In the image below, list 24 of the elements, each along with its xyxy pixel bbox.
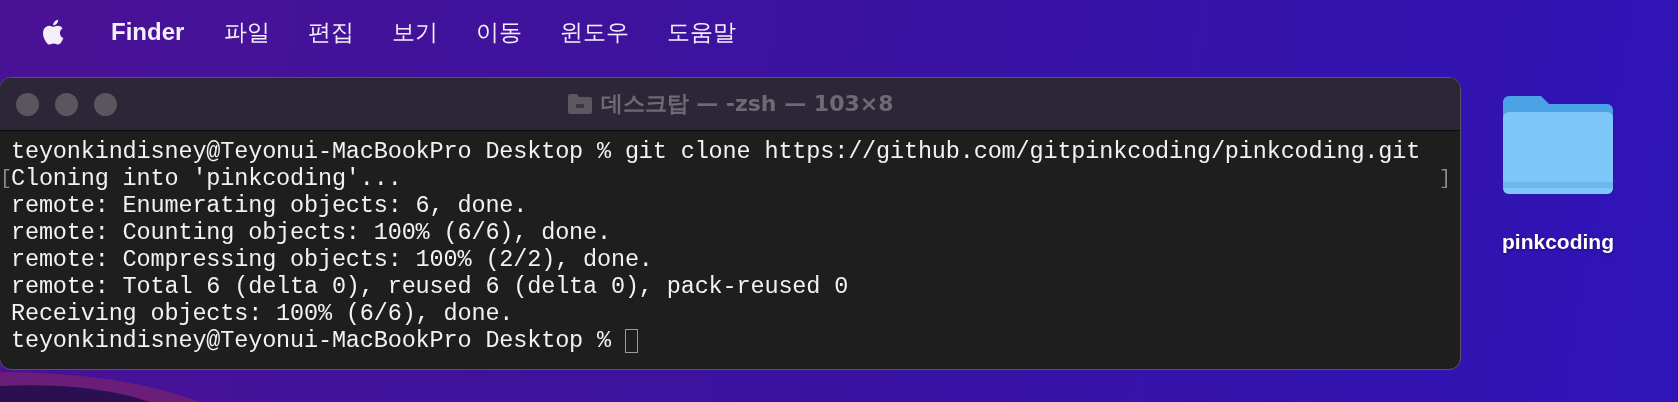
marker: ] bbox=[1439, 167, 1451, 190]
app-menu[interactable]: Finder bbox=[111, 18, 185, 46]
menu-item[interactable]: 윈도우 bbox=[560, 16, 630, 48]
terminal-line: Receiving objects: 100% (6/6), done. bbox=[11, 300, 514, 327]
terminal-line: remote: Compressing objects: 100% (2/2), done. bbox=[11, 246, 653, 273]
menu-item[interactable]: 편집 bbox=[308, 16, 355, 48]
folder-label[interactable]: pinkcoding bbox=[1502, 230, 1614, 254]
terminal-line: teyonkindisney@Teyonui-MacBookPro Desktop % git clone https://github.com/gitpinkcoding/pinkcoding.git bbox=[11, 138, 1421, 165]
menu-item[interactable]: 파일 bbox=[224, 16, 271, 48]
menu-item[interactable]: 도움말 bbox=[667, 16, 737, 48]
close-button[interactable] bbox=[16, 92, 39, 116]
terminal-line: remote: Counting objects: 100% (6/6), done. bbox=[11, 219, 611, 246]
terminal-line: remote: Enumerating objects: 6, done. bbox=[11, 192, 528, 219]
marker: [ bbox=[0, 167, 11, 190]
terminal-line: Cloning into 'pinkcoding'... bbox=[11, 165, 402, 192]
menu-item[interactable]: 보기 bbox=[392, 16, 439, 48]
menu-item[interactable]: 이동 bbox=[476, 16, 523, 48]
terminal-line: remote: Total 6 (delta 0), reused 6 (delta 0), pack-reused 0 bbox=[11, 273, 849, 300]
window-title: 데스크탑 — -zsh — 103×8 bbox=[600, 90, 894, 118]
zoom-button[interactable] bbox=[94, 92, 117, 116]
folder-icon bbox=[566, 93, 593, 115]
terminal-line: teyonkindisney@Teyonui-MacBookPro Desktop % bbox=[11, 327, 611, 354]
apple-icon[interactable] bbox=[40, 18, 65, 46]
minimize-button[interactable] bbox=[55, 92, 78, 116]
